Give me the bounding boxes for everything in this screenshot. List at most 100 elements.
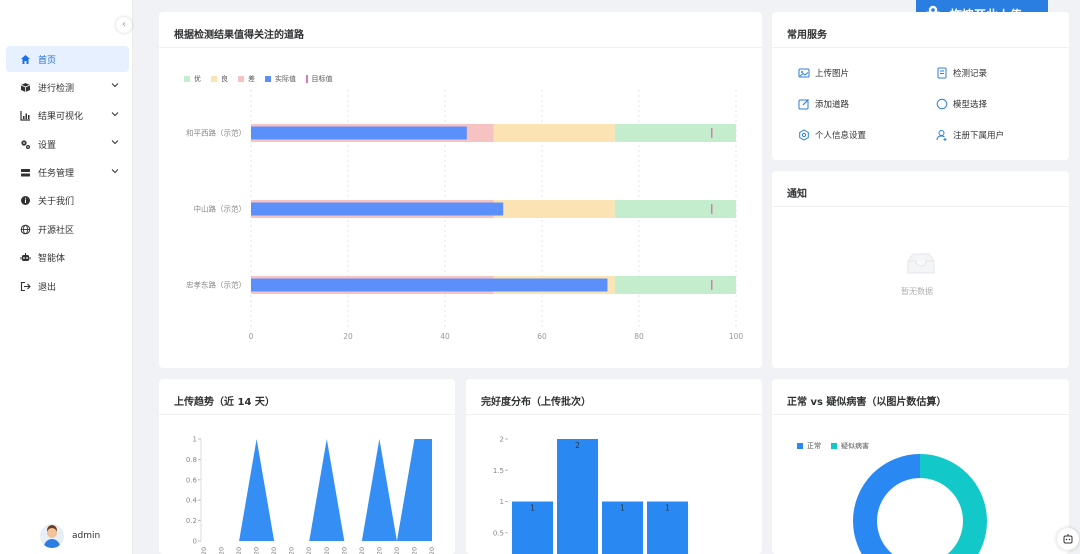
chevron-down-icon	[111, 83, 119, 88]
sidebar-item-visualize[interactable]: 结果可视化	[6, 103, 129, 129]
tasks-icon	[20, 167, 31, 178]
circle-icon	[936, 98, 948, 110]
sidebar-item-label: 任务管理	[38, 169, 75, 180]
actual-bar	[251, 278, 608, 292]
sidebar-item-logout[interactable]: 退出	[6, 273, 129, 299]
x-tick-label: 20	[288, 547, 296, 554]
sidebar-item-label: 智能体	[38, 254, 66, 265]
sidebar-item-settings[interactable]: 设置	[6, 131, 129, 157]
band-0	[614, 276, 736, 294]
sidebar-item-label: 退出	[38, 282, 57, 293]
x-tick-label: 20	[270, 547, 278, 554]
sidebar-item-tasks[interactable]: 任务管理	[6, 160, 129, 186]
chevron-down-icon	[111, 111, 119, 116]
distribution-card: 完好度分布（上传批次） 2 1.5 1 0.5 1 2 1 1	[466, 379, 762, 554]
globe-icon	[20, 224, 31, 235]
y-tick-label: 1	[193, 436, 197, 444]
x-tick-label: 20	[340, 547, 348, 554]
sidebar-item-about[interactable]: 关于我们	[6, 188, 129, 214]
assistant-float-button[interactable]	[1057, 528, 1079, 550]
sidebar-item-community[interactable]: 开源社区	[6, 216, 129, 242]
user-name: admin	[72, 531, 101, 541]
y-tick-label: 2	[500, 436, 504, 444]
bot-icon	[1063, 534, 1073, 544]
x-tick-label: 100	[729, 332, 744, 341]
sidebar-item-label: 关于我们	[38, 197, 75, 208]
x-tick-label: 20	[358, 547, 366, 554]
service-label: 上传图片	[815, 69, 850, 79]
x-tick-label: 20	[428, 547, 436, 554]
home-icon	[20, 54, 31, 65]
service-label: 注册下属用户	[953, 131, 1005, 141]
actual-bar	[251, 126, 467, 140]
service-register-user[interactable]: 注册下属用户	[936, 129, 1004, 141]
services-card: 常用服务 上传图片 检测记录 添加道路 模型选择 个人信息设置 注册下属用户	[772, 12, 1069, 160]
robot-icon	[20, 252, 31, 263]
service-upload-image[interactable]: 上传图片	[798, 67, 849, 79]
sidebar: ‹ 首页 进行检测 结果可视化 设置 任务管理 关于我们 开源社区 智能体 退出…	[0, 0, 133, 554]
road-label: 中山路（示范）	[194, 204, 247, 214]
x-tick-label: 40	[440, 332, 450, 341]
band-1	[493, 124, 615, 142]
service-label: 添加道路	[815, 100, 850, 110]
empty-inbox-icon	[907, 253, 935, 274]
gear-icon	[20, 139, 31, 150]
box-icon	[20, 82, 31, 93]
x-tick-label: 20	[305, 547, 313, 554]
sidebar-item-label: 设置	[38, 140, 57, 151]
x-tick-label: 20	[343, 332, 353, 341]
service-label: 个人信息设置	[815, 131, 867, 141]
image-upload-icon	[798, 68, 810, 78]
x-tick-label: 20	[410, 547, 418, 554]
normal-vs-defect-donut	[853, 454, 987, 554]
y-tick-label: 1	[500, 498, 504, 506]
x-tick-label: 20	[375, 547, 383, 554]
donut-slice	[919, 454, 987, 554]
info-icon	[20, 195, 31, 206]
sidebar-item-agent[interactable]: 智能体	[6, 245, 129, 271]
distribution-bar-chart: 2 1.5 1 0.5 1 2 1 1	[493, 436, 688, 554]
x-tick-label: 60	[537, 332, 547, 341]
service-add-road[interactable]: 添加道路	[798, 98, 849, 110]
bar-data-label: 1	[620, 504, 625, 513]
donut-slice	[853, 454, 921, 554]
y-tick-label: 0.4	[186, 497, 198, 505]
chevron-down-icon	[111, 168, 119, 173]
collapse-sidebar-button[interactable]: ‹	[116, 17, 132, 33]
band-0	[614, 200, 736, 218]
x-tick-label: 20	[218, 547, 226, 554]
chart-icon	[20, 110, 31, 121]
sidebar-item-home[interactable]: 首页	[6, 46, 129, 72]
x-tick-label: 20	[253, 547, 261, 554]
logout-icon	[20, 281, 31, 292]
roads-bullet-chart: 0 20 40 60 80 100 和平西路（示范） 中山路（示范） 忠孝东路（示范）	[186, 90, 744, 341]
user-add-icon	[936, 130, 947, 141]
service-profile-settings[interactable]: 个人信息设置	[798, 129, 866, 141]
service-label: 模型选择	[953, 100, 988, 110]
x-tick-label: 20	[200, 547, 208, 554]
x-tick-label: 80	[634, 332, 644, 341]
service-label: 检测记录	[953, 69, 988, 79]
trend-area	[204, 439, 432, 541]
trend-card: 上传趋势（近 14 天） 1 0.8 0.6 0.4 0.2 0 20 20 20 20 20 20 2…	[159, 379, 455, 554]
x-tick-label: 20	[393, 547, 401, 554]
y-tick-label: 0.8	[186, 456, 197, 464]
sidebar-item-label: 首页	[38, 55, 57, 66]
notice-card: 通知	[772, 171, 1069, 368]
bar-data-label: 1	[665, 504, 670, 513]
service-detect-record[interactable]: 检测记录	[936, 67, 987, 79]
user-profile[interactable]: admin	[40, 524, 100, 548]
avatar	[40, 524, 64, 548]
y-tick-label: 0.2	[186, 517, 197, 525]
distribution-bar	[557, 439, 598, 554]
trend-area-chart: 10.80.60.40.2020 20 20 20 20 20 20 20 20 20 20 20 20…	[186, 436, 436, 554]
sidebar-item-label: 结果可视化	[38, 112, 84, 123]
service-model-select[interactable]: 模型选择	[936, 98, 987, 110]
sidebar-item-label: 开源社区	[38, 225, 75, 236]
roads-card: 根据检测结果值得关注的道路 优 良 差 实际值 目标值 0 20 40 60 80 100…	[159, 12, 762, 368]
road-label: 忠孝东路（示范）	[186, 280, 246, 290]
services-card-title: 常用服务	[787, 30, 827, 41]
y-tick-label: 0	[193, 538, 197, 546]
sidebar-item-detect[interactable]: 进行检测	[6, 74, 129, 100]
sidebar-item-label: 进行检测	[38, 83, 75, 94]
